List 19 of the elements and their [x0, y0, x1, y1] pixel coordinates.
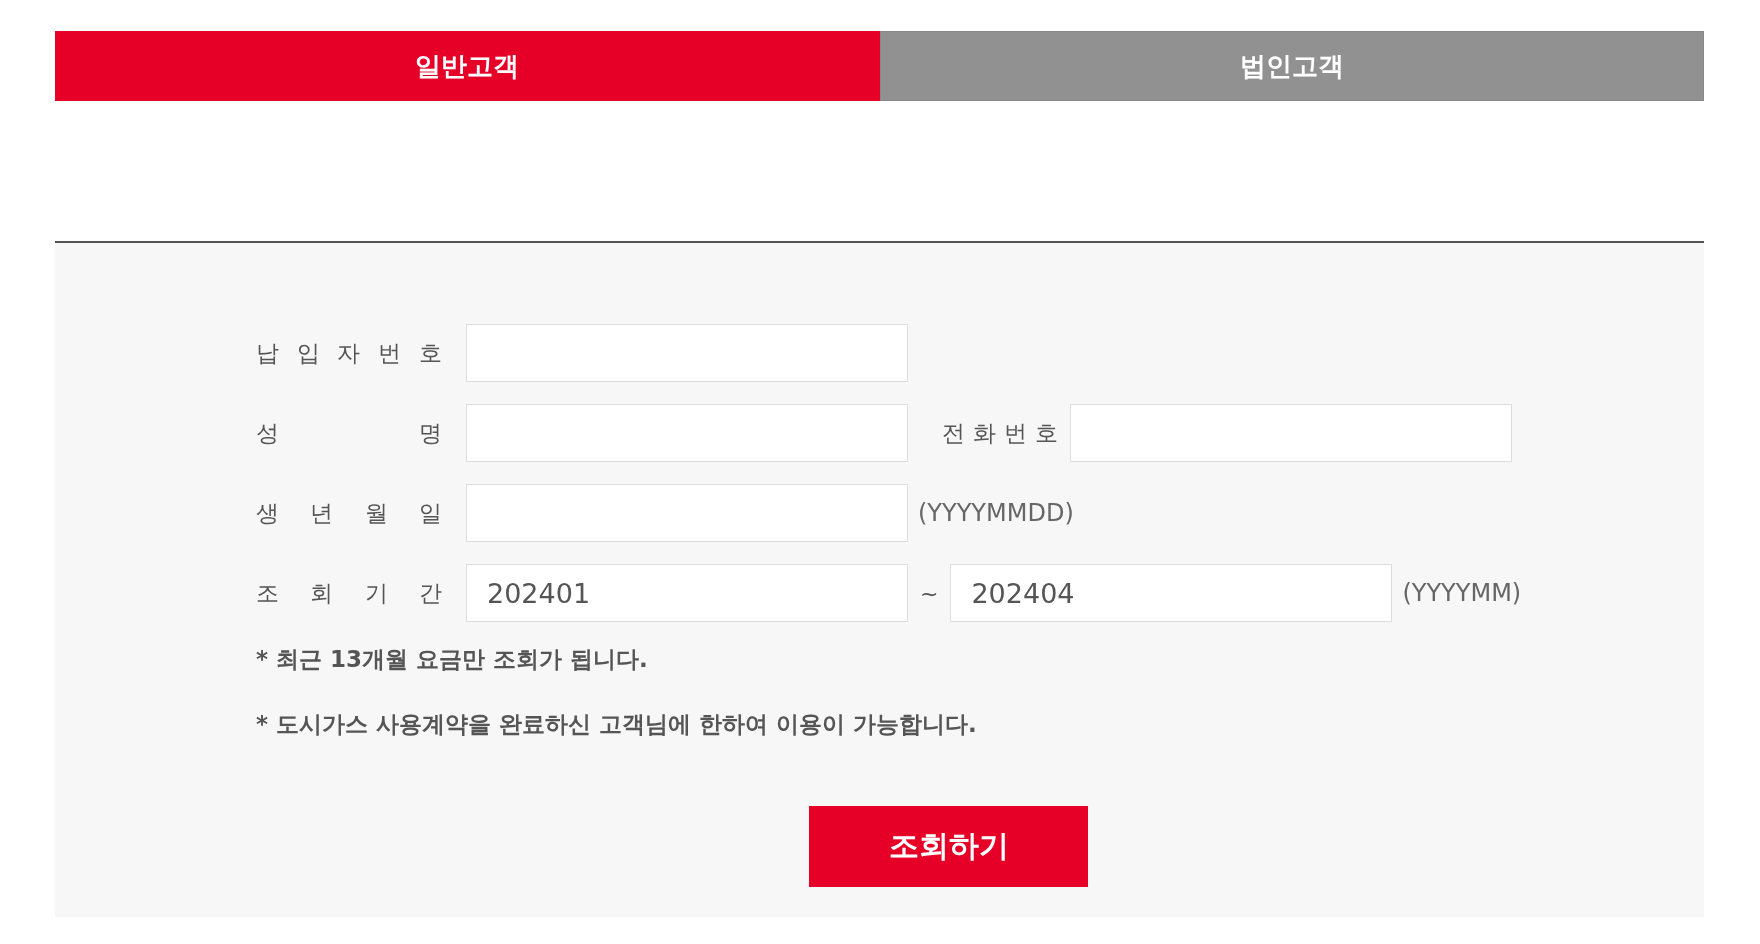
field-label: 성 명: [256, 418, 442, 448]
format-hint: (YYYYMM): [1402, 579, 1522, 607]
input-field[interactable]: 202401: [466, 564, 908, 622]
input-field[interactable]: 202404: [950, 564, 1393, 622]
input-field[interactable]: [466, 324, 908, 382]
field-label: 납 입 자 번 호: [256, 338, 442, 368]
range-separator: ~: [920, 580, 939, 606]
format-hint: (YYYYMMDD): [918, 499, 1074, 527]
notice-text: * 도시가스 사용계약을 완료하신 고객님에 한하여 이용이 가능합니다.: [256, 710, 978, 739]
input-field[interactable]: [466, 484, 908, 542]
input-field[interactable]: [466, 404, 908, 462]
notice-text: * 최근 13개월 요금만 조회가 됩니다.: [256, 645, 649, 674]
search-button[interactable]: 조회하기: [809, 806, 1088, 887]
field-label: 생 년 월 일: [256, 498, 442, 528]
tab[interactable]: 법인고객: [879, 31, 1704, 101]
input-field[interactable]: [1070, 404, 1512, 462]
field-label: 전 화 번 호: [942, 418, 1058, 448]
field-label: 조 회 기 간: [256, 578, 442, 608]
tab[interactable]: 일반고객: [55, 31, 880, 101]
